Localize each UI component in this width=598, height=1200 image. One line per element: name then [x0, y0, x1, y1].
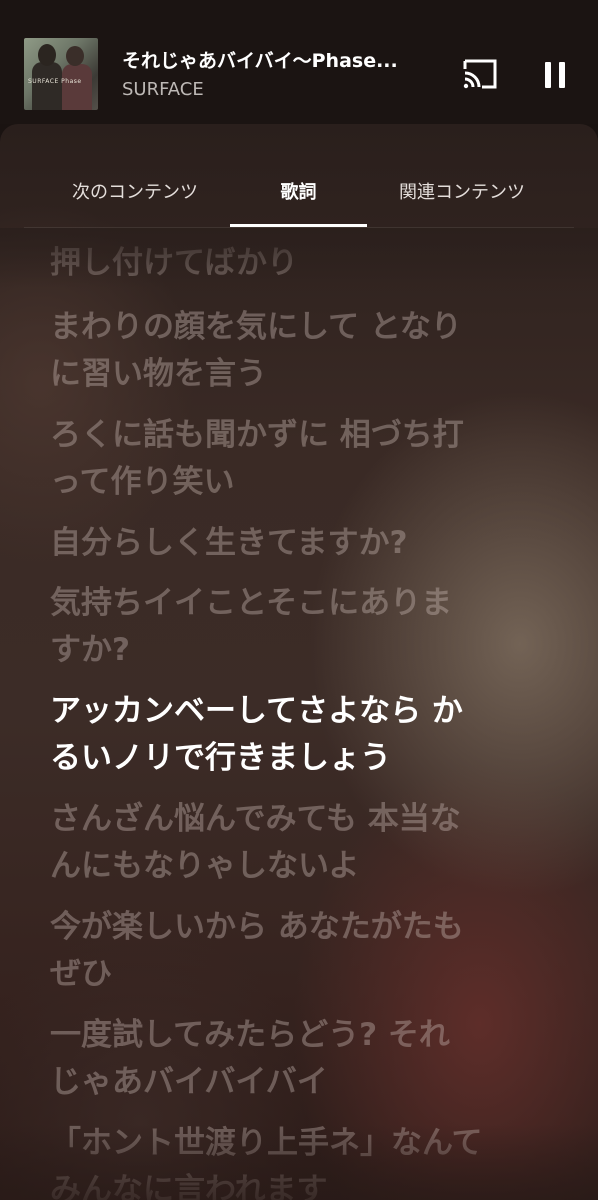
lyric-text: 自分らしく生きてますか?: [50, 525, 408, 561]
album-art[interactable]: SURFACE Phase: [24, 38, 98, 110]
album-art-figure: [62, 64, 92, 110]
cast-icon: [463, 59, 497, 89]
now-playing-bar[interactable]: SURFACE Phase それじゃあバイバイ〜Phase... SURFACE: [0, 0, 598, 124]
lyric-line: さんざん悩んでみても 本当な んにもなりゃしないよ: [50, 796, 550, 890]
tab-related[interactable]: 関連コンテンツ: [367, 178, 557, 218]
lyric-text: 気持ちイイことそこにありま: [50, 585, 453, 621]
lyric-line: まわりの顔を気にして となり に習い物を言う: [50, 304, 550, 398]
lyric-text: 押し付けてばかり: [50, 245, 298, 281]
lyric-text: ろくに話も聞かずに 相づち打: [50, 417, 464, 453]
lyric-text: って作り笑い: [50, 464, 235, 500]
lyric-text: 「ホント世渡り上手ネ」なんて: [50, 1125, 483, 1161]
lyric-text: に習い物を言う: [50, 356, 267, 392]
album-art-logo: SURFACE Phase: [28, 78, 82, 85]
lyric-text: 今が楽しいから あなたがたも: [50, 909, 464, 945]
tab-label: 関連コンテンツ: [399, 182, 525, 203]
lyric-line: 今が楽しいから あなたがたも ぜひ: [50, 904, 550, 998]
album-art-figure-head: [66, 46, 84, 66]
lyric-text: 一度試してみたらどう? それ: [50, 1017, 450, 1053]
lyric-text: すか?: [50, 632, 130, 668]
lyric-text: るいノリで行きましょう: [50, 740, 391, 776]
album-art-figure-head: [38, 44, 56, 66]
lyric-text: まわりの顔を気にして となり: [50, 309, 462, 345]
lyric-text: みんなに言われます: [50, 1172, 328, 1200]
lyric-text: さんざん悩んでみても 本当な: [50, 801, 461, 837]
tab-bar: 次のコンテンツ 歌詞 関連コンテンツ: [0, 124, 598, 228]
lyrics-sheet: 次のコンテンツ 歌詞 関連コンテンツ 押し付けてばかり まわりの顔を気にして と…: [0, 124, 598, 1200]
track-title: それじゃあバイバイ〜Phase...: [122, 50, 398, 72]
lyric-text: ぜひ: [50, 956, 112, 992]
album-art-figure: [32, 62, 62, 110]
lyric-line-current: アッカンベーしてさよなら か るいノリで行きましょう: [50, 688, 550, 782]
lyric-line: 自分らしく生きてますか?: [50, 520, 550, 567]
lyric-line: ろくに話も聞かずに 相づち打 って作り笑い: [50, 412, 550, 506]
lyric-line: 押し付けてばかり: [50, 240, 550, 287]
lyric-line: 一度試してみたらどう? それ じゃあバイバイバイ: [50, 1012, 550, 1106]
tab-up-next[interactable]: 次のコンテンツ: [40, 178, 230, 218]
lyrics-list[interactable]: 押し付けてばかり まわりの顔を気にして となり に習い物を言う ろくに話も聞かず…: [0, 228, 598, 1200]
pause-button[interactable]: [538, 58, 572, 92]
lyric-line: 「ホント世渡り上手ネ」なんて みんなに言われます: [50, 1120, 550, 1200]
track-artist: SURFACE: [122, 79, 204, 100]
lyric-text: じゃあバイバイバイ: [50, 1064, 328, 1100]
tab-label: 歌詞: [280, 182, 317, 203]
cast-button[interactable]: [462, 57, 500, 91]
pause-icon: [545, 62, 565, 88]
tab-lyrics[interactable]: 歌詞: [230, 178, 367, 218]
lyric-line: 気持ちイイことそこにありま すか?: [50, 580, 550, 674]
tab-label: 次のコンテンツ: [72, 182, 198, 203]
lyric-text: アッカンベーしてさよなら か: [50, 693, 463, 729]
lyric-text: んにもなりゃしないよ: [50, 848, 360, 884]
